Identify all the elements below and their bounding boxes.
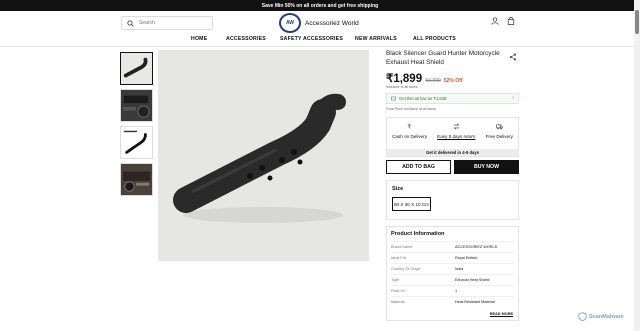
logo-name: Accessoriez World bbox=[305, 19, 359, 27]
product-information: Product Information Brand Name ACCESSORIE… bbox=[386, 226, 519, 321]
info-key: Country Of Origin bbox=[391, 267, 421, 271]
announcement-text: Save Min 50% on all orders and get free … bbox=[261, 2, 379, 9]
feature-free-delivery-label: Free Delivery bbox=[485, 134, 513, 139]
info-value: Exhaust Heat Shield bbox=[455, 278, 490, 282]
size-option[interactable]: 50 X 30 X 10 Cm bbox=[392, 197, 431, 211]
thumbnail-3[interactable] bbox=[120, 126, 153, 159]
info-key: Material bbox=[391, 300, 405, 304]
info-row: Brand Name ACCESSORIEZ WORLD bbox=[391, 241, 514, 252]
info-row: Pack Of 1 bbox=[391, 285, 514, 296]
thumbnail-2[interactable] bbox=[120, 89, 153, 122]
nav-accessories[interactable]: ACCESSORIES bbox=[226, 36, 266, 42]
nav-new-arrivals[interactable]: NEW ARRIVALS bbox=[355, 36, 397, 42]
bag-icon[interactable] bbox=[507, 17, 515, 25]
offer-banner[interactable]: Get this as low as ₹1,639 › bbox=[386, 93, 519, 104]
buy-now-button[interactable]: BUY NOW bbox=[454, 160, 519, 174]
nav-home[interactable]: HOME bbox=[191, 36, 207, 42]
site-logo[interactable]: AW Accessoriez World bbox=[279, 13, 359, 33]
search-input[interactable] bbox=[139, 20, 209, 26]
info-key: Pack Of bbox=[391, 289, 405, 293]
watermark-text: ScanMalware bbox=[589, 313, 624, 320]
product-price: ₹1,899 bbox=[386, 73, 423, 85]
product-title: Black Silencer Guard Hunter Motorcycle E… bbox=[386, 50, 500, 66]
chevron-right-icon: › bbox=[512, 95, 514, 101]
info-value: 1 bbox=[455, 289, 458, 293]
search-box[interactable] bbox=[121, 16, 213, 30]
scrollbar-thumb[interactable] bbox=[635, 10, 639, 34]
nav-safety-accessories[interactable]: SAFETY ACCESSORIES bbox=[280, 36, 343, 42]
product-info-panel: Black Silencer Guard Hunter Motorcycle E… bbox=[386, 50, 520, 321]
svg-text:₹: ₹ bbox=[407, 124, 411, 130]
size-label: Size bbox=[392, 186, 404, 192]
delivery-estimate: Get it delivered in 4-9 days bbox=[386, 149, 519, 156]
site-header: AW Accessoriez World HOME ACCESSORIES SA… bbox=[0, 11, 640, 47]
info-row: Type Exhaust Heat Shield bbox=[391, 274, 514, 285]
truck-icon bbox=[496, 124, 503, 130]
page-scrollbar[interactable] bbox=[634, 0, 640, 331]
feature-cod-label: Cash on Delivery bbox=[392, 134, 428, 139]
announcement-bar: Save Min 50% on all orders and get free … bbox=[0, 0, 640, 11]
info-value: India bbox=[455, 267, 464, 271]
watermark: ScanMalware bbox=[578, 312, 624, 321]
product-mrp: ₹3,999 bbox=[425, 78, 441, 84]
offer-text: Get this as low as ₹1,639 bbox=[399, 96, 447, 101]
user-icon[interactable] bbox=[491, 17, 499, 25]
logo-badge: AW bbox=[279, 13, 301, 33]
discount-badge: 52% Off bbox=[443, 78, 463, 84]
tax-note: Inclusive of all taxes bbox=[386, 85, 418, 89]
search-icon bbox=[127, 19, 134, 27]
final-price-note: Final Price Inclusive of all taxes bbox=[386, 107, 437, 111]
rupee-icon: ₹ bbox=[407, 124, 411, 130]
size-selector: Size 50 X 30 X 10 Cm bbox=[386, 180, 519, 220]
shield-icon bbox=[578, 312, 587, 321]
thumbnail-4[interactable] bbox=[120, 163, 153, 196]
feature-return-label: Easy 5 days return bbox=[437, 134, 476, 139]
header-divider bbox=[0, 46, 640, 47]
info-value: Heat-Resistant Material bbox=[455, 300, 495, 304]
info-key: Type bbox=[391, 278, 400, 282]
thumbnail-strip bbox=[120, 52, 153, 200]
return-icon bbox=[453, 123, 460, 130]
thumbnail-1[interactable] bbox=[120, 52, 153, 85]
info-key: Ideal For bbox=[391, 256, 406, 260]
product-information-title: Product Information bbox=[391, 231, 445, 237]
add-to-bag-button[interactable]: ADD TO BAG bbox=[386, 160, 451, 174]
info-value: Royal Enfield bbox=[455, 256, 478, 260]
info-row: Country Of Origin India bbox=[391, 263, 514, 274]
read-more-link[interactable]: READ MORE bbox=[490, 312, 513, 316]
info-row: Material Heat-Resistant Material bbox=[391, 296, 514, 307]
info-key: Brand Name bbox=[391, 245, 413, 249]
info-value: ACCESSORIEZ WORLD bbox=[455, 245, 498, 249]
share-icon[interactable] bbox=[509, 53, 517, 61]
main-product-image[interactable] bbox=[158, 50, 369, 261]
offer-tag-icon bbox=[391, 96, 396, 101]
info-row: Ideal For Royal Enfield bbox=[391, 252, 514, 263]
nav-all-products[interactable]: ALL PRODUCTS bbox=[413, 36, 456, 42]
